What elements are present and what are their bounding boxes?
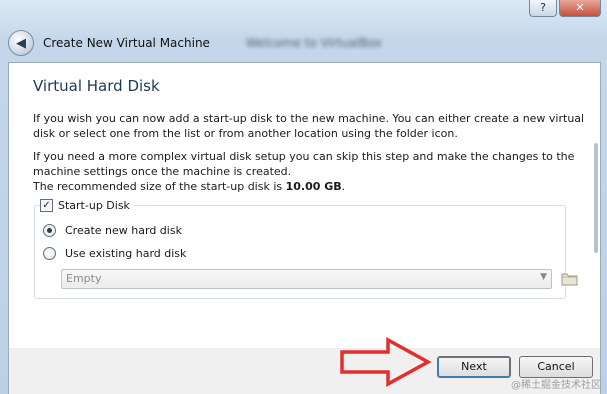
recommended-size-value: 10.00 GB xyxy=(285,180,342,193)
existing-disk-select[interactable]: Empty ▼ xyxy=(61,269,552,289)
scrollbar[interactable] xyxy=(594,143,598,253)
annotation-arrow-shape xyxy=(340,337,432,387)
checkmark-icon: ✓ xyxy=(42,199,51,211)
recommended-suffix: . xyxy=(341,180,346,193)
choose-disk-folder-button[interactable] xyxy=(560,269,578,287)
chevron-down-icon: ▼ xyxy=(540,272,547,282)
wizard-header: ◀ Create New Virtual Machine Welcome to … xyxy=(8,30,382,56)
close-button[interactable]: ✕ xyxy=(559,0,601,17)
use-existing-disk-label: Use existing hard disk xyxy=(65,247,187,260)
next-button[interactable]: Next xyxy=(437,356,511,378)
blurred-parent-title: Welcome to VirtualBox xyxy=(245,36,383,50)
recommended-prefix: The recommended size of the start-up dis… xyxy=(33,180,286,193)
back-arrow-icon: ◀ xyxy=(16,35,26,51)
cancel-button[interactable]: Cancel xyxy=(519,356,593,378)
recommended-size-text: The recommended size of the start-up dis… xyxy=(33,180,345,193)
page-title: Virtual Hard Disk xyxy=(33,77,160,95)
title-bar-buttons: ? ✕ xyxy=(529,0,601,17)
startup-disk-checkbox[interactable]: ✓ xyxy=(40,199,53,212)
wizard-content: Virtual Hard Disk If you wish you can no… xyxy=(8,62,601,349)
use-existing-disk-radio[interactable] xyxy=(43,247,56,260)
startup-disk-checkbox-row[interactable]: ✓ Start-up Disk xyxy=(40,199,134,212)
radio-selected-dot xyxy=(47,228,52,233)
startup-disk-label: Start-up Disk xyxy=(58,199,130,212)
advanced-paragraph: If you need a more complex virtual disk … xyxy=(33,150,575,178)
wizard-title: Create New Virtual Machine xyxy=(43,36,210,50)
back-button[interactable]: ◀ xyxy=(8,30,34,56)
use-existing-disk-option[interactable]: Use existing hard disk xyxy=(43,247,186,260)
annotation-arrow-icon xyxy=(340,337,432,387)
watermark: @稀土掘金技术社区 xyxy=(511,380,601,391)
create-new-disk-radio[interactable] xyxy=(43,224,56,237)
existing-disk-value: Empty xyxy=(66,272,102,285)
intro-paragraph: If you wish you can now add a start-up d… xyxy=(33,112,585,140)
folder-icon xyxy=(561,273,577,285)
help-button[interactable]: ? xyxy=(529,0,557,17)
create-new-disk-label: Create new hard disk xyxy=(65,224,182,237)
create-new-disk-option[interactable]: Create new hard disk xyxy=(43,224,182,237)
